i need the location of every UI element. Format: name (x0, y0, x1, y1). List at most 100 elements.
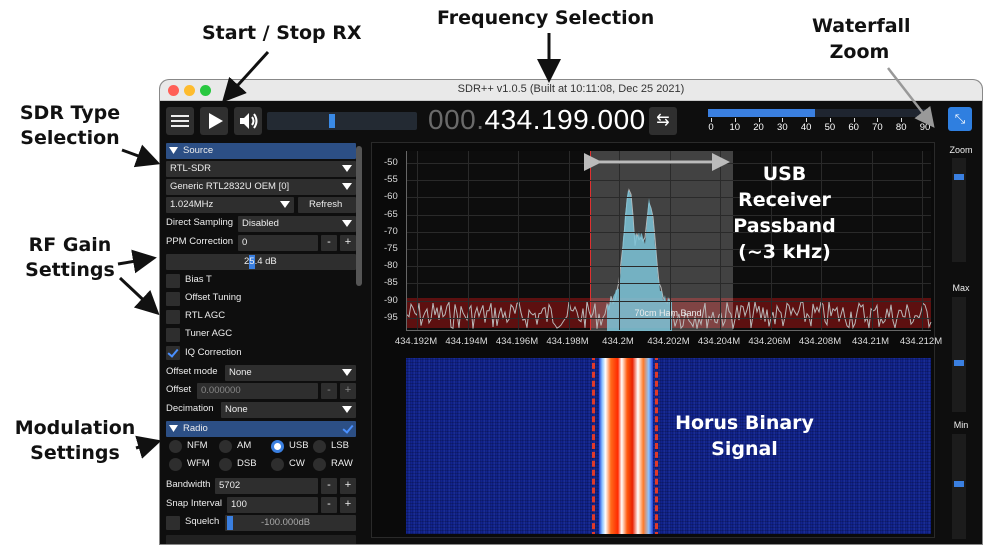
min-slider-knob[interactable] (954, 481, 964, 488)
swap-direction-button[interactable]: ⇆ (649, 107, 677, 135)
max-slider[interactable] (952, 297, 966, 412)
fft-y-tick-label: -90 (384, 294, 398, 306)
anno-sdr-type-2: Selection (20, 127, 120, 149)
mode-radio-nfm[interactable] (169, 440, 182, 453)
bandwidth-label: Bandwidth (166, 479, 211, 490)
anno-start-stop: Start / Stop RX (202, 22, 362, 44)
meter-tick-label: 40 (800, 122, 812, 133)
ppm-minus-button[interactable]: - (321, 235, 337, 251)
rf-gain-value: 25.4 dB (244, 256, 277, 267)
decimation-value: None (225, 404, 248, 415)
radio-header[interactable]: Radio (166, 421, 356, 437)
fft-gridline-v (619, 151, 620, 330)
zoom-tool-button[interactable]: ⤡ (948, 107, 972, 131)
decimation-select[interactable]: None (221, 402, 356, 418)
overlay-usb-4: (~3 kHz) (738, 241, 831, 263)
fft-x-tick-label: 434.194M (445, 336, 488, 347)
offset-minus-button[interactable]: - (321, 383, 337, 399)
snap-minus-button[interactable]: - (321, 497, 337, 513)
tuner-agc-checkbox[interactable] (166, 328, 180, 342)
min-slider[interactable] (952, 434, 966, 539)
meter-tick-label: 50 (824, 122, 836, 133)
mode-label-dsb[interactable]: DSB (237, 458, 257, 469)
anno-frequency-selection: Frequency Selection (437, 7, 655, 29)
fft-panel[interactable]: -50 -55 -60 -65 -70 -75 -80 -85 -90 -95 70cm Ham … (372, 143, 942, 353)
ppm-correction-input[interactable]: 0 (238, 235, 318, 251)
mode-radio-cw[interactable] (271, 458, 284, 471)
offset-mode-select[interactable]: None (225, 365, 356, 381)
zoom-slider[interactable] (952, 158, 966, 262)
mode-label-am[interactable]: AM (237, 440, 251, 451)
offset-plus-button[interactable]: + (340, 383, 356, 399)
rf-gain-slider[interactable]: 25.4 dB (166, 254, 356, 270)
direct-sampling-select[interactable]: Disabled (238, 216, 356, 232)
mode-radio-raw[interactable] (313, 458, 326, 471)
frequency-display[interactable]: 000.434.199.000 (428, 104, 646, 136)
meter-tick-label: 30 (777, 122, 788, 133)
sdr-type-value: RTL-SDR (170, 163, 211, 174)
meter-tick-label: 90 (919, 122, 931, 133)
signal-meter-fill (708, 109, 815, 117)
anno-modulation-1: Modulation (14, 417, 136, 439)
hamburger-icon-bar (171, 125, 189, 127)
squelch-checkbox[interactable] (166, 516, 180, 530)
zoom-label: Zoom (949, 145, 973, 155)
meter-tick-label: 10 (729, 122, 741, 133)
anno-rf-gain-1: RF Gain (28, 234, 112, 256)
squelch-slider[interactable]: -100.000dB (225, 515, 356, 531)
iq-correction-checkbox[interactable] (166, 346, 180, 360)
offset-tuning-checkbox[interactable] (166, 292, 180, 306)
sample-rate-select[interactable]: 1.024MHz (166, 197, 294, 213)
source-header[interactable]: Source (166, 143, 356, 159)
frequency-leading-digits[interactable]: 000. (428, 104, 485, 135)
volume-slider[interactable] (267, 112, 417, 130)
play-button[interactable] (200, 107, 228, 135)
mode-label-raw[interactable]: RAW (331, 458, 353, 469)
bandwidth-minus-button[interactable]: - (321, 478, 337, 494)
mode-label-lsb[interactable]: LSB (331, 440, 349, 451)
bandwidth-plus-button[interactable]: + (340, 478, 356, 494)
volume-slider-knob[interactable] (329, 114, 335, 128)
direct-sampling-value: Disabled (242, 218, 279, 229)
mode-label-wfm[interactable]: WFM (187, 458, 210, 469)
offset-label: Offset (166, 384, 192, 395)
mode-label-usb[interactable]: USB (289, 440, 309, 451)
mode-label-cw[interactable]: CW (289, 458, 305, 469)
bandwidth-value: 5702 (219, 480, 241, 491)
noise-blanker-row[interactable] (166, 535, 356, 544)
squelch-label: Squelch (185, 516, 220, 527)
snap-plus-button[interactable]: + (340, 497, 356, 513)
sdr-type-select[interactable]: RTL-SDR (166, 161, 356, 177)
fft-y-tick-label: -85 (384, 277, 398, 289)
max-slider-knob[interactable] (954, 360, 964, 367)
device-select[interactable]: Generic RTL2832U OEM [0] (166, 179, 356, 195)
mode-radio-am[interactable] (219, 440, 232, 453)
menu-button[interactable] (166, 107, 194, 135)
collapse-triangle-icon (169, 425, 178, 432)
bandwidth-input[interactable]: 5702 (215, 478, 318, 494)
refresh-button[interactable]: Refresh (298, 197, 356, 213)
sidebar-scrollbar[interactable] (356, 146, 362, 286)
bias-t-checkbox[interactable] (166, 274, 180, 288)
sample-rate-value: 1.024MHz (170, 199, 214, 210)
offset-input[interactable]: 0.000000 (197, 383, 318, 399)
squelch-slider-knob[interactable] (227, 516, 233, 530)
mode-radio-usb[interactable] (271, 440, 284, 453)
frequency-value[interactable]: 434.199.000 (485, 104, 646, 135)
ppm-plus-button[interactable]: + (340, 235, 356, 251)
mode-radio-wfm[interactable] (169, 458, 182, 471)
mute-button[interactable] (234, 107, 262, 135)
snap-interval-input[interactable]: 100 (227, 497, 318, 513)
fft-plot[interactable]: 70cm Ham Band (406, 151, 932, 331)
fft-gridline-v (417, 151, 418, 330)
waterfall[interactable] (406, 358, 931, 534)
offset-tuning-label: Offset Tuning (185, 292, 242, 303)
radio-enable-checkbox[interactable] (341, 422, 355, 436)
fft-x-tick-label: 434.192M (394, 336, 438, 347)
mode-radio-lsb[interactable] (313, 440, 326, 453)
rtl-agc-checkbox[interactable] (166, 310, 180, 324)
mode-label-nfm[interactable]: NFM (187, 440, 208, 451)
spectrum-display[interactable]: -50 -55 -60 -65 -70 -75 -80 -85 -90 -95 70cm Ham … (371, 142, 942, 538)
mode-radio-dsb[interactable] (219, 458, 232, 471)
zoom-slider-knob[interactable] (954, 173, 964, 180)
